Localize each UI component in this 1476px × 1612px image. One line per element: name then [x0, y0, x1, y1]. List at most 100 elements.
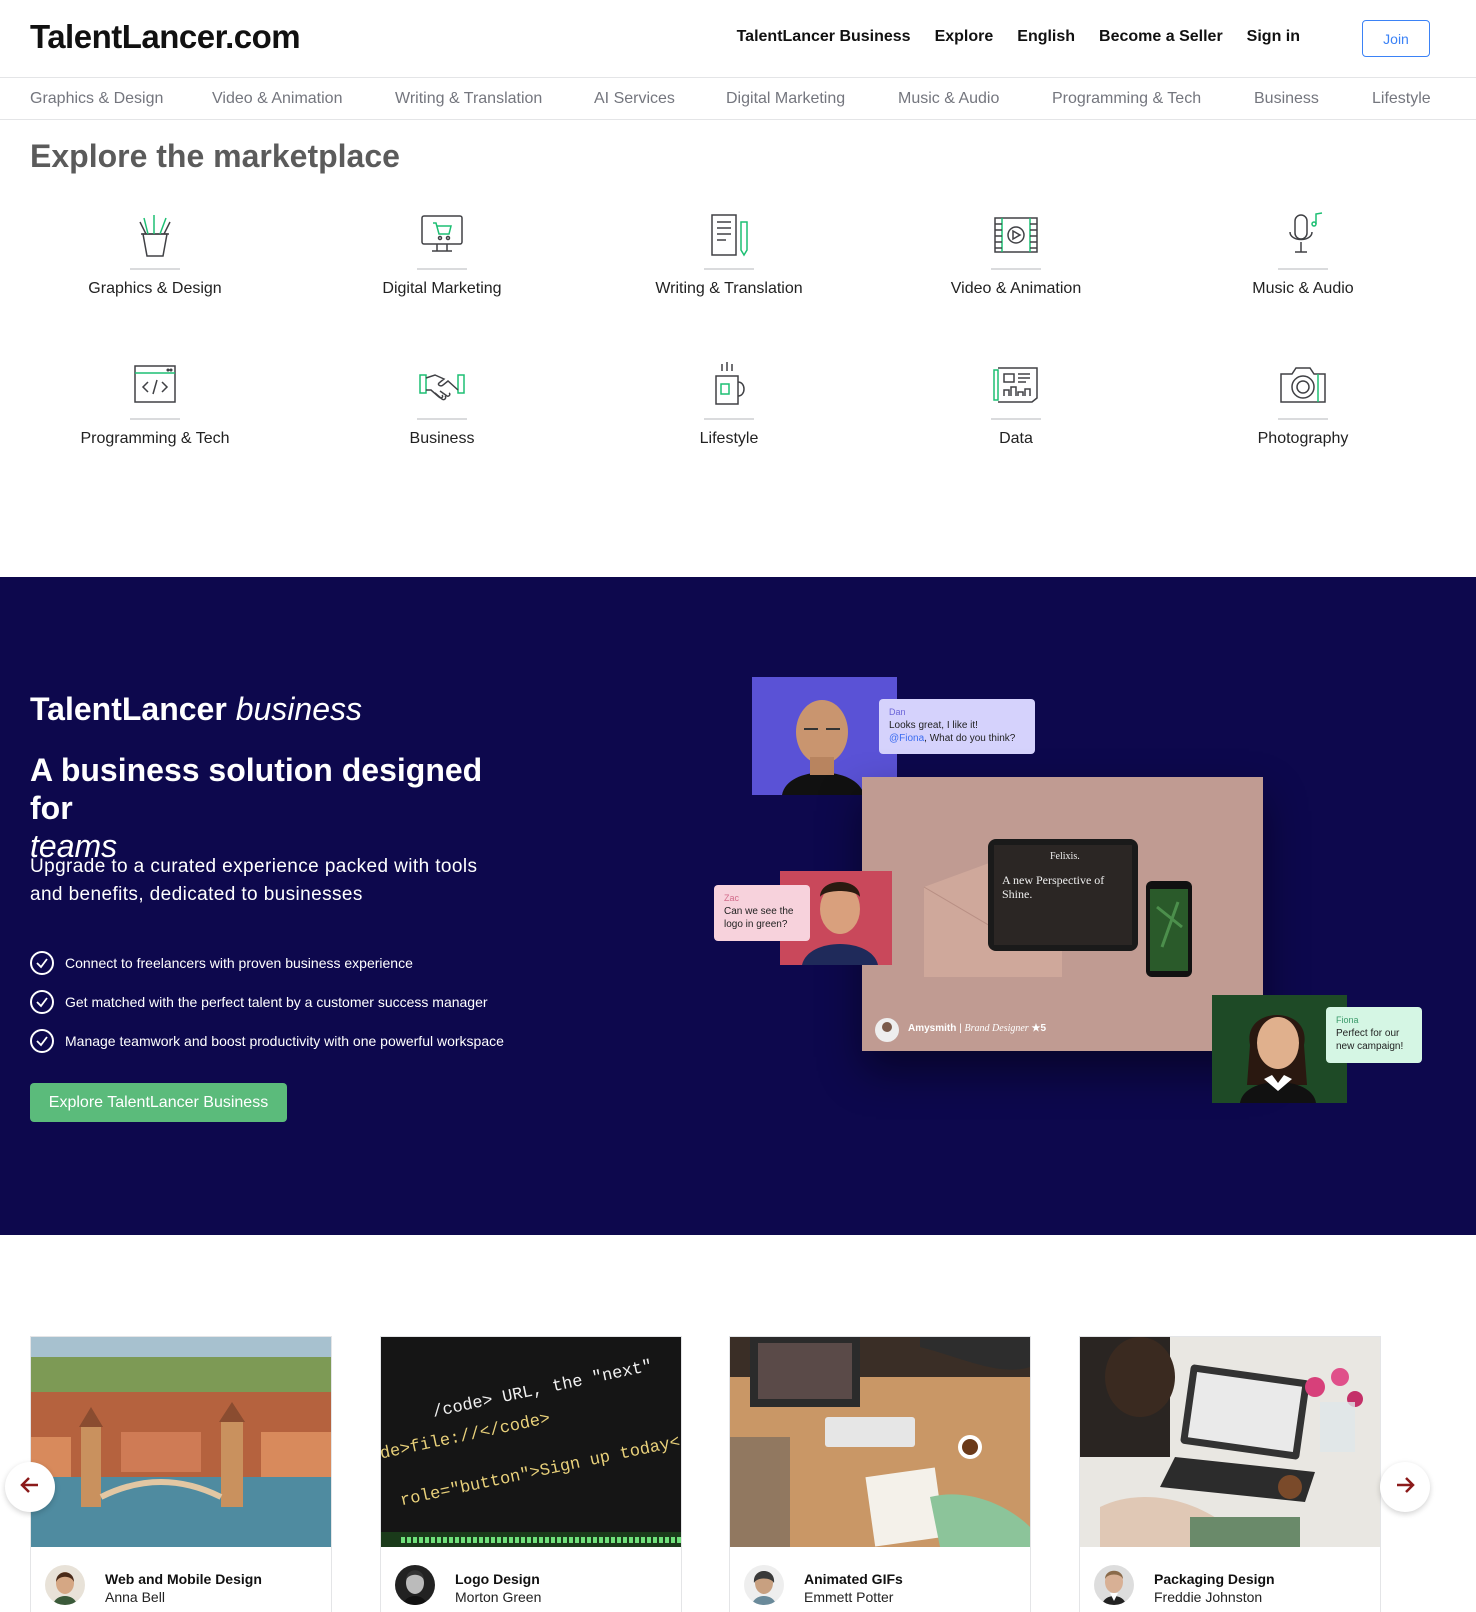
monitor-cart-icon: [417, 210, 467, 260]
nav-language[interactable]: English: [1017, 28, 1075, 46]
marketplace-item-writing-translation[interactable]: Writing & Translation: [609, 210, 849, 330]
category-business[interactable]: Business: [1254, 90, 1319, 108]
nav-business[interactable]: TalentLancer Business: [737, 28, 911, 46]
marketplace-item-data[interactable]: Data: [896, 360, 1136, 480]
gig-title[interactable]: Packaging Design: [1154, 1571, 1275, 1587]
carousel-next-button[interactable]: [1380, 1462, 1430, 1512]
feature-text: Connect to freelancers with proven busin…: [65, 954, 413, 971]
feature-text: Get matched with the perfect talent by a…: [65, 993, 488, 1010]
marketplace-item-graphics-design[interactable]: Graphics & Design: [35, 210, 275, 330]
nav-explore[interactable]: Explore: [935, 28, 994, 46]
gig-card[interactable]: Packaging Design Freddie Johnston: [1079, 1336, 1381, 1612]
gig-author: Anna Bell: [105, 1589, 165, 1605]
designer-role: Brand Designer: [964, 1023, 1029, 1034]
category-video-animation[interactable]: Video & Animation: [212, 90, 342, 108]
check-circle-icon: [30, 1028, 54, 1053]
handshake-icon: [417, 360, 467, 410]
category-lifestyle[interactable]: Lifestyle: [1372, 90, 1431, 108]
site-header: TalentLancer.com TalentLancer Business E…: [0, 0, 1476, 78]
dan-name: Dan: [889, 707, 906, 717]
designer-card: Felixis. A new Perspective of Shine. Amy…: [862, 777, 1263, 1051]
gig-card[interactable]: Web and Mobile Design Anna Bell: [30, 1336, 332, 1612]
data-dashboard-icon: [991, 360, 1041, 410]
marketplace-item-music-audio[interactable]: Music & Audio: [1183, 210, 1423, 330]
designer-name: Amysmith: [908, 1023, 957, 1034]
zac-message: Can we see the logo in green?: [724, 906, 794, 930]
dan-mention: @Fiona: [889, 733, 925, 744]
join-button[interactable]: Join: [1362, 20, 1430, 57]
fiona-message-bubble: Fiona Perfect for our new campaign!: [1326, 1007, 1422, 1063]
marketplace-item-label: Digital Marketing: [382, 280, 502, 297]
tablet-headline-text: A new Perspective of Shine.: [1002, 873, 1105, 901]
avatar: [45, 1565, 85, 1605]
category-bar: Graphics & Design Video & Animation Writ…: [0, 79, 1476, 120]
business-section: TalentLancer business A business solutio…: [0, 577, 1476, 1235]
category-programming-tech[interactable]: Programming & Tech: [1052, 90, 1201, 108]
fiona-message: Perfect for our new campaign!: [1336, 1028, 1404, 1052]
carousel-prev-button[interactable]: [5, 1462, 55, 1512]
gig-author: Freddie Johnston: [1154, 1589, 1263, 1605]
gig-card[interactable]: Animated GIFs Emmett Potter: [729, 1336, 1031, 1612]
marketplace-item-label: Data: [999, 430, 1033, 447]
gig-image-code: /code> URL, the "next" de>file://</code>…: [381, 1337, 681, 1547]
camera-icon: [1278, 360, 1328, 410]
brand-main: TalentLancer: [30, 691, 227, 727]
category-digital-marketing[interactable]: Digital Marketing: [726, 90, 845, 108]
explore-business-button[interactable]: Explore TalentLancer Business: [30, 1083, 287, 1122]
pencil-cup-icon: [130, 210, 180, 260]
film-play-icon: [991, 210, 1041, 260]
nav-become-seller[interactable]: Become a Seller: [1099, 28, 1223, 46]
gig-image-desk: [730, 1337, 1030, 1547]
avatar: [1094, 1565, 1134, 1605]
avatar: [395, 1565, 435, 1605]
gig-title[interactable]: Animated GIFs: [804, 1571, 903, 1587]
gig-card[interactable]: /code> URL, the "next" de>file://</code>…: [380, 1336, 682, 1612]
avatar: [744, 1565, 784, 1605]
zac-message-bubble: Zac Can we see the logo in green?: [714, 885, 810, 941]
category-ai-services[interactable]: AI Services: [594, 90, 675, 108]
category-music-audio[interactable]: Music & Audio: [898, 90, 999, 108]
arrow-right-icon: [1394, 1474, 1416, 1501]
category-writing-translation[interactable]: Writing & Translation: [395, 90, 542, 108]
marketplace-item-label: Programming & Tech: [80, 430, 230, 447]
category-graphics-design[interactable]: Graphics & Design: [30, 90, 163, 108]
top-nav: TalentLancer Business Explore English Be…: [737, 28, 1300, 46]
dan-message-line1: Looks great, I like it!: [889, 720, 978, 731]
marketplace-item-label: Writing & Translation: [655, 280, 803, 297]
marketplace-item-programming-tech[interactable]: Programming & Tech: [35, 360, 275, 480]
gig-image-laptop: [1080, 1337, 1380, 1547]
check-circle-icon: [30, 989, 54, 1014]
marketplace-title: Explore the marketplace: [30, 138, 400, 174]
marketplace-item-digital-marketing[interactable]: Digital Marketing: [322, 210, 562, 330]
designer-rating: ★5: [1031, 1023, 1047, 1034]
business-subtitle: Upgrade to a curated experience packed w…: [30, 856, 478, 905]
gig-title[interactable]: Logo Design: [455, 1571, 540, 1587]
marketplace-item-label: Graphics & Design: [88, 280, 222, 297]
gig-author: Emmett Potter: [804, 1589, 894, 1605]
designer-credit: Amysmith | Brand Designer ★5: [908, 1023, 1047, 1034]
site-logo[interactable]: TalentLancer.com: [30, 18, 301, 56]
marketplace-item-label: Business: [409, 430, 475, 447]
check-circle-icon: [30, 950, 54, 975]
feature-item: Manage teamwork and boost productivity w…: [30, 1021, 504, 1060]
marketplace-item-lifestyle[interactable]: Lifestyle: [609, 360, 849, 480]
marketplace-item-photography[interactable]: Photography: [1183, 360, 1423, 480]
feature-text: Manage teamwork and boost productivity w…: [65, 1032, 504, 1049]
nav-sign-in[interactable]: Sign in: [1247, 28, 1300, 46]
marketplace-item-label: Music & Audio: [1252, 280, 1354, 297]
marketplace-item-business[interactable]: Business: [322, 360, 562, 480]
marketplace-item-label: Photography: [1257, 430, 1349, 447]
business-brand: TalentLancer business: [30, 691, 362, 728]
brand-italic: business: [235, 691, 362, 727]
dan-message-line2: , What do you think?: [924, 733, 1016, 744]
marketplace-item-video-animation[interactable]: Video & Animation: [896, 210, 1136, 330]
microphone-note-icon: [1278, 210, 1328, 260]
coffee-mug-icon: [704, 360, 754, 410]
gig-title[interactable]: Web and Mobile Design: [105, 1571, 262, 1587]
business-feature-list: Connect to freelancers with proven busin…: [30, 943, 504, 1060]
document-pen-icon: [704, 210, 754, 260]
business-headline: A business solution designed for teams: [30, 751, 530, 865]
zac-name: Zac: [724, 893, 740, 903]
headline-text: A business solution designed for: [30, 752, 483, 826]
arrow-left-icon: [19, 1474, 41, 1501]
